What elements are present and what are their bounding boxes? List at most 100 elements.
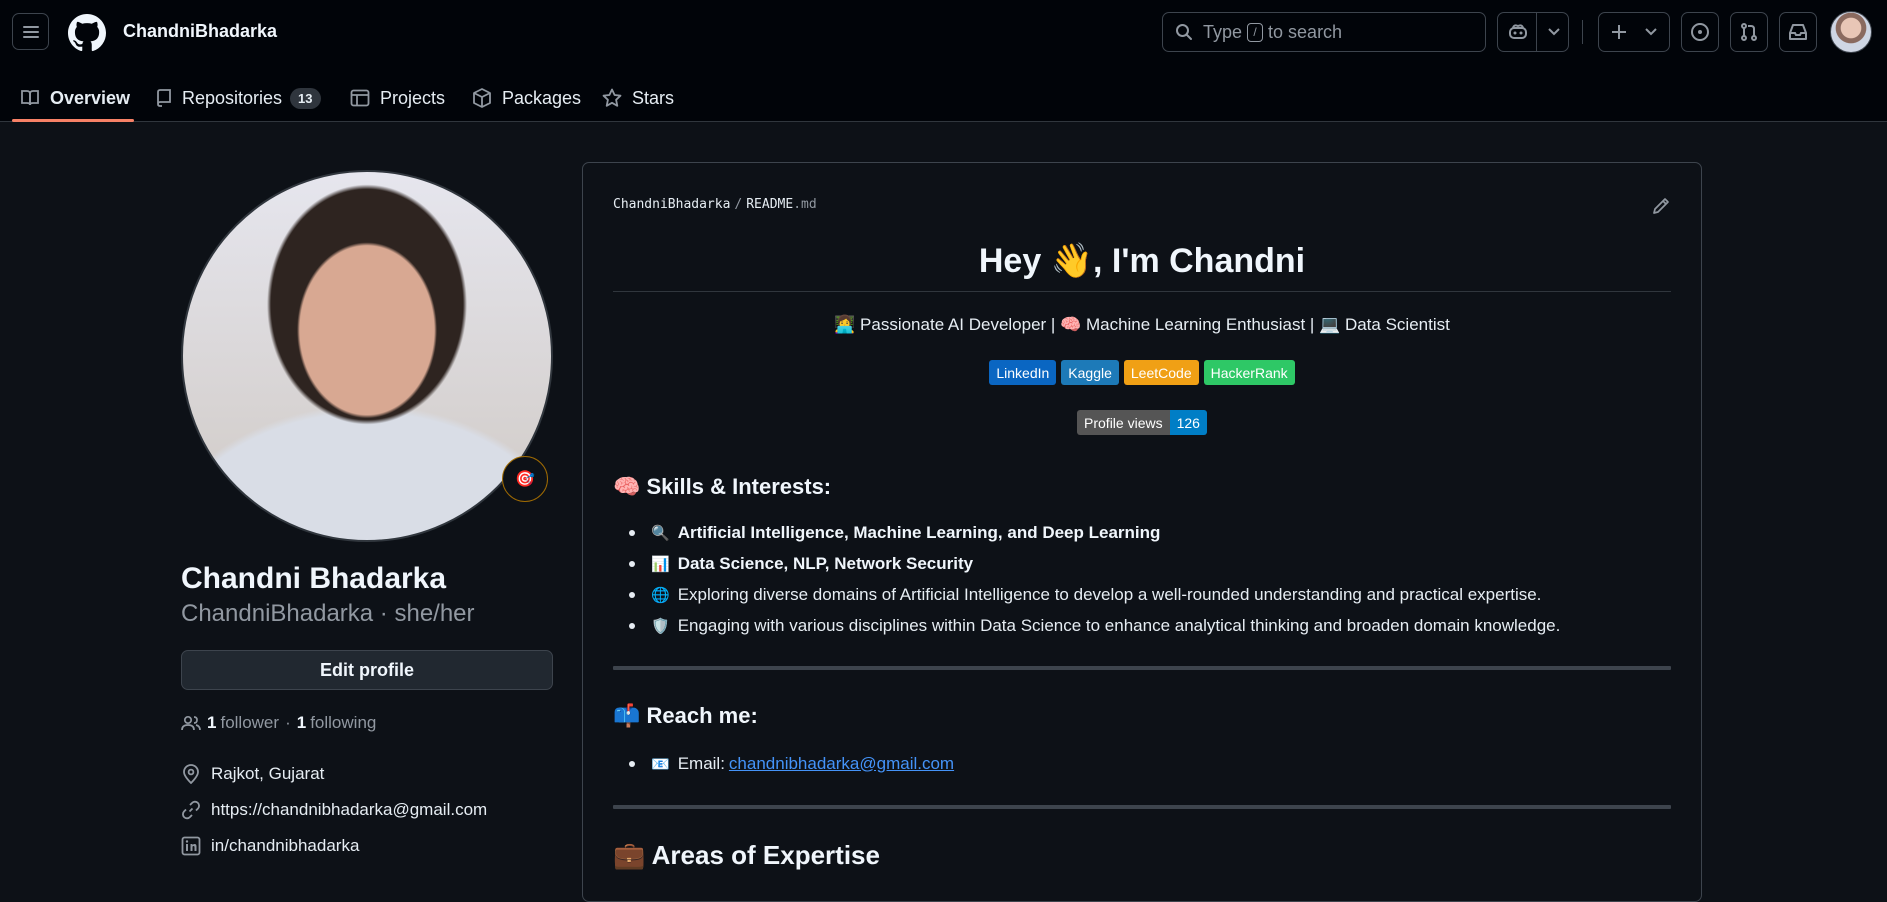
edit-profile-button[interactable]: Edit profile (181, 650, 553, 690)
user-avatar[interactable] (1830, 11, 1872, 53)
readme-file-ext: .md (793, 197, 817, 212)
follow-stats: 1 follower · 1 following (181, 713, 376, 733)
github-logo-icon[interactable] (68, 14, 106, 52)
tab-repositories[interactable]: Repositories 13 (156, 74, 321, 122)
inbox-icon (1789, 24, 1807, 40)
section-divider (613, 805, 1671, 809)
list-item: 📊 Data Science, NLP, Network Security (613, 548, 1671, 579)
search-placeholder-suffix: to search (1268, 21, 1343, 42)
pull-requests-button[interactable] (1730, 12, 1768, 52)
linkedin-link[interactable]: in/chandnibhadarka (211, 836, 359, 856)
skill-icon: 📊 (651, 555, 670, 573)
copilot-button[interactable] (1497, 12, 1569, 52)
tab-label: Stars (632, 87, 675, 108)
skills-heading: 🧠 Skills & Interests: (613, 474, 832, 499)
readme-card: ChandniBhadarka / README.md Hey 👋, I'm Cha… (582, 162, 1702, 902)
readme-file-link[interactable]: README (746, 197, 793, 212)
follow-separator: · (285, 713, 291, 732)
issue-opened-icon (1691, 23, 1709, 41)
create-new-button[interactable] (1598, 12, 1670, 52)
people-icon (181, 715, 201, 731)
list-item: 🛡️ Engaging with various disciplines with… (613, 610, 1671, 641)
header-username[interactable]: ChandniBhadarka (123, 21, 277, 42)
kaggle-badge[interactable]: Kaggle (1061, 360, 1119, 385)
profile-full-name: Chandni Bhadarka (181, 562, 447, 595)
skill-icon: 🔍 (651, 524, 670, 542)
profile-linkedin: in/chandnibhadarka (181, 836, 359, 856)
hackerrank-badge[interactable]: HackerRank (1203, 360, 1295, 385)
skill-text: Exploring diverse domains of Artificial … (677, 584, 1542, 604)
expertise-heading: 💼 Areas of Expertise (613, 840, 880, 870)
profile-avatar[interactable] (181, 170, 553, 542)
star-icon (602, 88, 622, 107)
top-bar: ChandniBhadarka Type / to search (0, 0, 1887, 64)
skill-text: Engaging with various disciplines within… (677, 615, 1561, 635)
search-shortcut-key: / (1247, 22, 1264, 42)
header-divider (1582, 20, 1583, 44)
skill-text: Data Science, NLP, Network Security (677, 553, 974, 573)
chevron-down-icon[interactable] (1548, 28, 1560, 36)
book-icon (21, 90, 39, 106)
reach-heading: 📫 Reach me: (613, 703, 758, 728)
tab-label: Repositories (182, 87, 283, 108)
readme-owner-link[interactable]: ChandniBhadarka (613, 197, 730, 212)
menu-button[interactable] (12, 13, 49, 50)
leetcode-badge[interactable]: LeetCode (1123, 360, 1199, 385)
following-count[interactable]: 1 (297, 713, 306, 733)
tab-label: Projects (380, 87, 446, 108)
tab-stars[interactable]: Stars (602, 74, 674, 122)
pencil-icon[interactable] (1651, 196, 1671, 216)
repo-icon (157, 89, 171, 107)
readme-path: ChandniBhadarka / README.md (613, 197, 817, 212)
list-item: 📧 Email: chandnibhadarka@gmail.com (613, 748, 1671, 779)
link-icon (182, 800, 200, 820)
tab-packages[interactable]: Packages (472, 74, 581, 122)
tab-label: Overview (50, 87, 131, 108)
section-divider (613, 666, 1671, 670)
package-icon (473, 88, 491, 108)
skills-list: 🔍 Artificial Intelligence, Machine Learni… (613, 517, 1671, 641)
linkedin-icon (181, 836, 201, 856)
readme-path-separator: / (734, 197, 743, 212)
tab-overview[interactable]: Overview (20, 74, 130, 122)
issues-button[interactable] (1681, 12, 1719, 52)
plus-icon (1612, 25, 1626, 39)
readme-title: Hey 👋, I'm Chandni (613, 241, 1671, 292)
following-link[interactable]: following (310, 713, 376, 733)
status-emoji: 🎯 (515, 471, 535, 488)
global-header: ChandniBhadarka Type / to search Overvie… (0, 0, 1887, 122)
followers-count[interactable]: 1 (207, 713, 216, 733)
git-pull-request-icon (1741, 23, 1757, 41)
chevron-down-icon (1645, 28, 1657, 36)
email-label: Email: (677, 753, 725, 773)
list-item: 🌐 Exploring diverse domains of Artificial… (613, 579, 1671, 610)
search-input[interactable]: Type / to search (1162, 12, 1486, 52)
tab-projects[interactable]: Projects (350, 74, 445, 122)
copilot-icon (1509, 24, 1527, 39)
email-link[interactable]: chandnibhadarka@gmail.com (729, 754, 954, 774)
email-icon: 📧 (651, 755, 670, 773)
active-tab-indicator (12, 119, 134, 122)
status-emoji-button[interactable]: 🎯 (502, 456, 548, 502)
table-icon (350, 89, 370, 107)
location-text: Rajkot, Gujarat (211, 764, 325, 783)
website-link[interactable]: https://chandnibhadarka@gmail.com (211, 800, 487, 820)
profile-views-label: Profile views (1077, 410, 1170, 435)
profile-views-badge: Profile views 126 (613, 410, 1671, 435)
inbox-button[interactable] (1779, 12, 1817, 52)
profile-website: https://chandnibhadarka@gmail.com (181, 800, 487, 820)
skill-text: Artificial Intelligence, Machine Learnin… (677, 522, 1161, 542)
contact-list: 📧 Email: chandnibhadarka@gmail.com (613, 748, 1671, 779)
search-placeholder-prefix: Type (1203, 21, 1243, 42)
skill-icon: 🌐 (651, 586, 670, 604)
tab-label: Packages (502, 87, 582, 108)
linkedin-badge[interactable]: LinkedIn (989, 360, 1057, 385)
list-item: 🔍 Artificial Intelligence, Machine Learni… (613, 517, 1671, 548)
readme-tagline: 👩‍💻 Passionate AI Developer | 🧠 Machine … (834, 315, 1450, 334)
social-badges: LinkedIn Kaggle LeetCode HackerRank (613, 360, 1671, 385)
followers-link[interactable]: follower (220, 713, 279, 733)
profile-login-pronouns: ChandniBhadarka · she/her (181, 600, 475, 627)
search-icon (1176, 24, 1192, 40)
profile-location: Rajkot, Gujarat (181, 764, 324, 784)
location-icon (183, 764, 199, 784)
